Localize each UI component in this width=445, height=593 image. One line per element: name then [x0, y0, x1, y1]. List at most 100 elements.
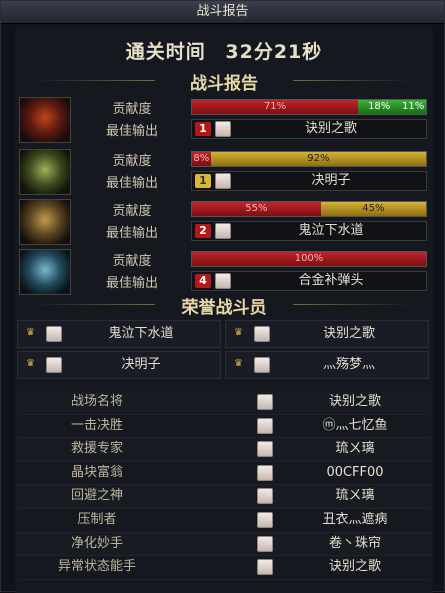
- award-title: 一击决胜: [70, 417, 123, 433]
- award-winner: 诀别之歌: [328, 559, 381, 575]
- honor-member: ♛ 灬殇梦灬: [225, 351, 429, 379]
- award-row: 战场名将 诀别之歌: [17, 391, 431, 415]
- battle-section-title: 战斗报告: [15, 69, 433, 94]
- honor-member-name: 诀别之歌: [322, 326, 375, 341]
- award-winner: 00CFF00: [326, 464, 384, 480]
- honor-member: ♛ 诀别之歌: [225, 320, 429, 348]
- contribution-segment: 45%: [320, 202, 426, 216]
- avatar: [257, 559, 273, 576]
- mech-portrait-icon: [19, 199, 71, 245]
- award-row: 净化妙手 卷丶珠帘: [17, 532, 431, 557]
- avatar: [257, 417, 273, 434]
- award-title: 晶块富翁: [70, 464, 123, 480]
- best-output-field: 4 合金补弹头: [191, 271, 427, 291]
- award-title: 回避之神: [70, 488, 123, 504]
- award-list: 战场名将 诀别之歌 一击决胜 ⓜ灬七忆鱼 救援专家 琉ㄨ璃 晶块富翁 00CFF00 回…: [17, 391, 431, 580]
- contribution-bar: 55% 45%: [191, 201, 427, 217]
- best-output-label: 最佳输出: [105, 276, 158, 291]
- report-panel: 通关时间 32分21秒 战斗报告 贡献度 最佳输出 71% 18% 11% 1 诀别之歌 贡献…: [15, 27, 433, 593]
- honor-members: ♛ 鬼泣下水道 ♛ 诀别之歌 ♛ 决明子 ♛ 灬殇梦灬: [17, 320, 431, 382]
- avatar: [215, 173, 231, 189]
- award-winner: ⓜ灬七忆鱼: [322, 417, 388, 433]
- honor-section-title: 荣誉战斗员: [15, 293, 433, 318]
- avatar: [257, 464, 273, 481]
- rank-badge: 4: [195, 274, 211, 288]
- award-row: 一击决胜 ⓜ灬七忆鱼: [17, 415, 431, 439]
- window-title: 战斗报告: [1, 1, 444, 24]
- best-output-player: 决明子: [311, 173, 351, 188]
- award-winner: 丑衣灬遮病: [322, 511, 388, 527]
- award-row: 救援专家 琉ㄨ璃: [17, 438, 431, 462]
- clear-time: 通关时间 32分21秒: [15, 37, 433, 64]
- avatar: [254, 357, 270, 373]
- award-winner: 卷丶珠帘: [328, 535, 381, 551]
- award-title: 异常状态能手: [57, 559, 136, 575]
- avatar: [257, 394, 273, 410]
- avatar: [215, 121, 231, 137]
- clear-time-value: 32分21秒: [225, 41, 323, 63]
- best-output-label: 最佳输出: [105, 176, 158, 191]
- mech-portrait-icon: [19, 149, 71, 195]
- avatar: [46, 326, 62, 342]
- crown-icon: ♛: [234, 358, 243, 369]
- award-winner: 琉ㄨ璃: [335, 441, 375, 457]
- best-output-field: 1 诀别之歌: [191, 119, 427, 139]
- rank-badge: 1: [195, 122, 211, 136]
- contribution-label: 贡献度: [112, 154, 152, 169]
- team-row: 贡献度最佳输出 71% 18% 11% 1 诀别之歌: [19, 97, 429, 145]
- award-title: 战场名将: [70, 394, 123, 409]
- rank-badge: 2: [195, 224, 211, 238]
- rank-badge: 1: [195, 174, 211, 188]
- contribution-label: 贡献度: [112, 102, 152, 117]
- best-output-player: 合金补弹头: [298, 273, 364, 288]
- contribution-segment: 8%: [192, 152, 211, 166]
- best-output-label: 最佳输出: [105, 124, 158, 139]
- avatar: [257, 535, 273, 552]
- contribution-label: 贡献度: [112, 254, 152, 269]
- honor-member-name: 决明子: [121, 357, 161, 372]
- mech-portrait-icon: [19, 249, 71, 295]
- award-row: 晶块富翁 00CFF00: [17, 462, 431, 486]
- contribution-bar: 8% 92%: [191, 151, 427, 167]
- honor-member: ♛ 决明子: [17, 351, 221, 379]
- team-row: 贡献度最佳输出 55% 45% 2 鬼泣下水道: [19, 199, 429, 247]
- honor-member-name: 鬼泣下水道: [108, 326, 174, 341]
- crown-icon: ♛: [26, 358, 35, 369]
- award-title: 压制者: [77, 511, 117, 527]
- contribution-segment: 55%: [192, 202, 321, 216]
- best-output-field: 1 决明子: [191, 171, 427, 191]
- team-row: 贡献度最佳输出 8% 92% 1 决明子: [19, 149, 429, 197]
- contribution-segment: 18%: [358, 100, 401, 114]
- best-output-player: 鬼泣下水道: [298, 223, 364, 238]
- crown-icon: ♛: [26, 327, 35, 338]
- contribution-segment: 11%: [400, 100, 426, 114]
- mech-portrait-icon: [19, 97, 71, 143]
- crown-icon: ♛: [234, 327, 243, 338]
- battle-report-window: 战斗报告 通关时间 32分21秒 战斗报告 贡献度 最佳输出 71% 18% 11% 1 诀…: [0, 0, 445, 593]
- award-winner: 诀别之歌: [328, 394, 381, 409]
- contribution-segment: 100%: [192, 252, 426, 266]
- honor-member-name: 灬殇梦灬: [322, 357, 375, 372]
- best-output-label: 最佳输出: [105, 226, 158, 241]
- avatar: [257, 441, 273, 458]
- award-row: 回避之神 琉ㄨ璃: [17, 485, 431, 509]
- contribution-segment: 92%: [210, 152, 426, 166]
- contribution-label: 贡献度: [112, 204, 152, 219]
- contribution-bar: 100%: [191, 251, 427, 267]
- award-title: 净化妙手: [70, 535, 123, 551]
- avatar: [46, 357, 62, 373]
- contribution-bar: 71% 18% 11%: [191, 99, 427, 115]
- award-winner: 琉ㄨ璃: [335, 488, 375, 504]
- best-output-player: 诀别之歌: [304, 121, 357, 136]
- clear-time-label: 通关时间: [125, 41, 206, 63]
- award-title: 救援专家: [70, 441, 123, 457]
- award-row: 压制者 丑衣灬遮病: [17, 509, 431, 533]
- best-output-field: 2 鬼泣下水道: [191, 221, 427, 241]
- award-row: 异常状态能手 诀别之歌: [17, 556, 431, 580]
- avatar: [215, 273, 231, 289]
- contribution-segment: 71%: [192, 100, 359, 114]
- avatar: [257, 511, 273, 528]
- team-row: 贡献度最佳输出 100% 4 合金补弹头: [19, 249, 429, 297]
- avatar: [215, 223, 231, 239]
- avatar: [257, 488, 273, 505]
